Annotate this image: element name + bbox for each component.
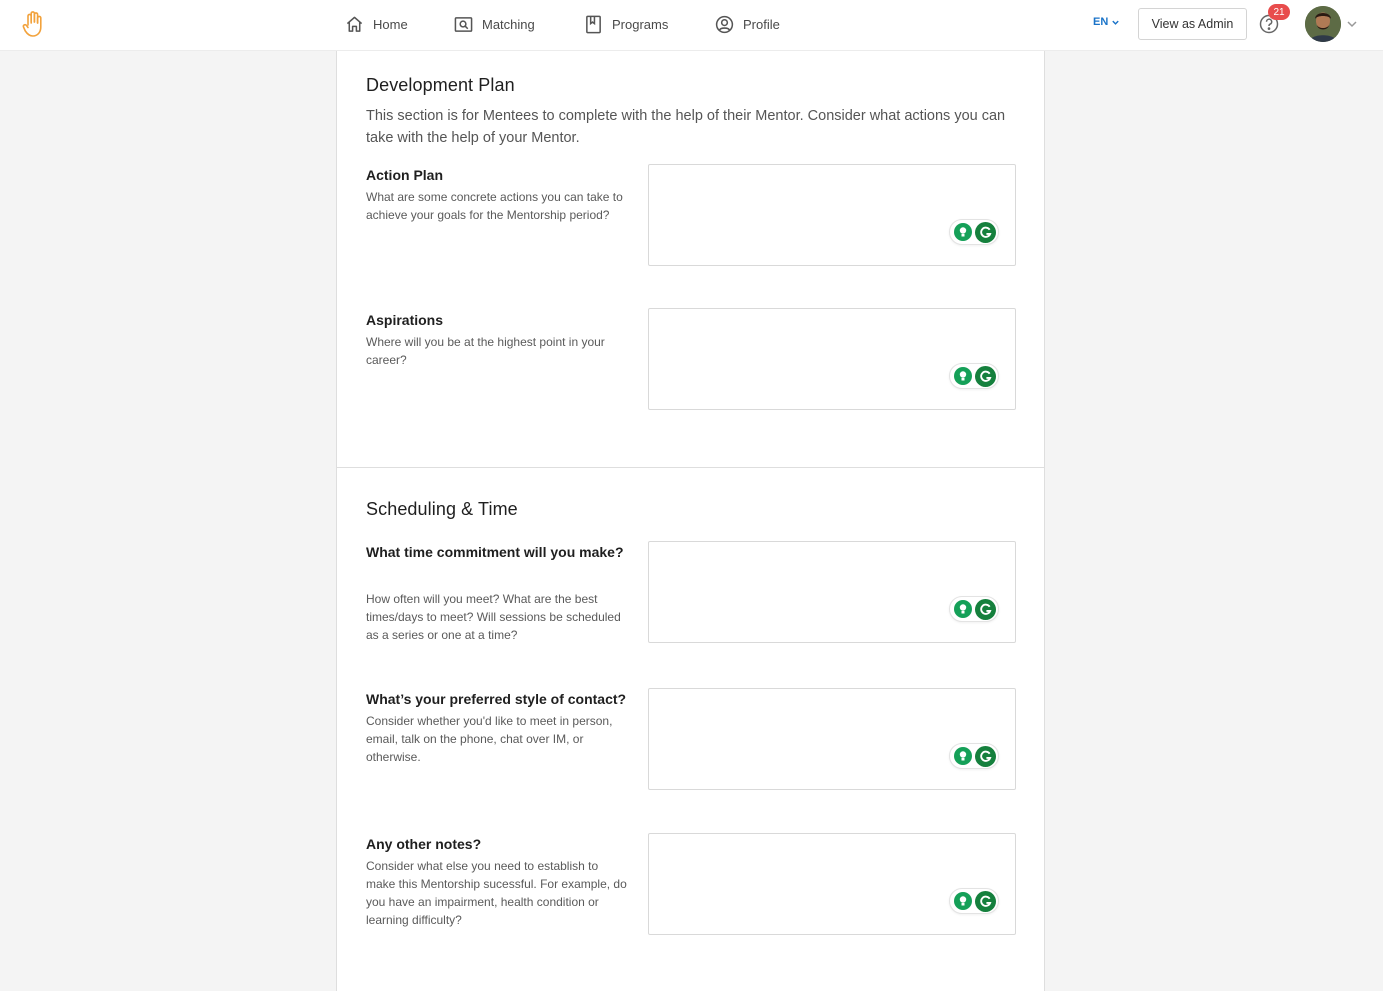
other-notes-help: Consider what else you need to establish… (366, 859, 627, 927)
grammarly-widget[interactable] (949, 363, 999, 389)
nav-item-home[interactable]: Home (345, 12, 408, 36)
grammarly-icon (975, 745, 996, 767)
lightbulb-icon (954, 747, 972, 765)
grammarly-widget[interactable] (949, 888, 999, 914)
grammarly-widget[interactable] (949, 219, 999, 245)
grammarly-icon (975, 598, 996, 620)
hand-logo-icon[interactable] (21, 10, 47, 38)
profile-icon (715, 15, 734, 33)
avatar-photo-icon (1305, 6, 1341, 42)
nav-item-programs-label: Programs (612, 16, 669, 32)
aspirations-textarea[interactable] (648, 308, 1016, 410)
grammarly-widget[interactable] (949, 743, 999, 769)
aspirations-label: Aspirations (366, 312, 444, 328)
other-notes-textarea[interactable] (648, 833, 1016, 935)
action-plan-textarea[interactable] (648, 164, 1016, 266)
chevron-down-icon (1112, 20, 1119, 25)
section-divider (337, 467, 1044, 468)
notification-badge: 21 (1268, 4, 1290, 20)
language-label: EN (1093, 16, 1109, 28)
contact-style-help: Consider whether you'd like to meet in p… (366, 714, 613, 764)
other-notes-label: Any other notes? (366, 836, 482, 852)
nav-item-matching-label: Matching (482, 16, 535, 32)
action-plan-help: What are some concrete actions you can t… (366, 190, 623, 222)
view-as-admin-button[interactable]: View as Admin (1138, 8, 1247, 40)
lightbulb-icon (954, 223, 972, 241)
time-commitment-help: How often will you meet? What are the be… (366, 592, 621, 642)
development-plan-title: Development Plan (366, 75, 515, 95)
contact-style-label: What’s your preferred style of contact? (366, 691, 627, 707)
matching-icon (454, 16, 473, 32)
grammarly-icon (975, 221, 996, 243)
contact-style-textarea[interactable] (648, 688, 1016, 790)
home-icon (346, 16, 363, 32)
nav-item-home-label: Home (373, 16, 408, 32)
grammarly-icon (975, 890, 996, 912)
mentorship-form-card: Development Plan This section is for Men… (336, 51, 1045, 991)
nav-item-matching[interactable]: Matching (454, 12, 535, 36)
nav-item-programs[interactable]: Programs (584, 12, 668, 36)
scheduling-title: Scheduling & Time (366, 499, 518, 519)
avatar[interactable] (1305, 6, 1341, 42)
nav-item-profile-label: Profile (743, 16, 780, 32)
action-plan-label: Action Plan (366, 167, 444, 183)
top-navigation-bar: Home Matching Programs Profile EN View a… (0, 0, 1383, 51)
time-commitment-label: What time commitment will you make? (366, 544, 624, 560)
nav-item-profile[interactable]: Profile (715, 12, 780, 36)
chevron-down-icon[interactable] (1346, 18, 1358, 30)
grammarly-widget[interactable] (949, 596, 999, 622)
development-plan-description: This section is for Mentees to complete … (366, 108, 1006, 146)
lightbulb-icon (954, 367, 972, 385)
aspirations-help: Where will you be at the highest point i… (366, 335, 605, 367)
lightbulb-icon (954, 892, 972, 910)
language-selector[interactable]: EN (1093, 16, 1120, 28)
lightbulb-icon (954, 600, 972, 618)
book-icon (586, 15, 601, 33)
time-commitment-textarea[interactable] (648, 541, 1016, 643)
grammarly-icon (975, 365, 996, 387)
